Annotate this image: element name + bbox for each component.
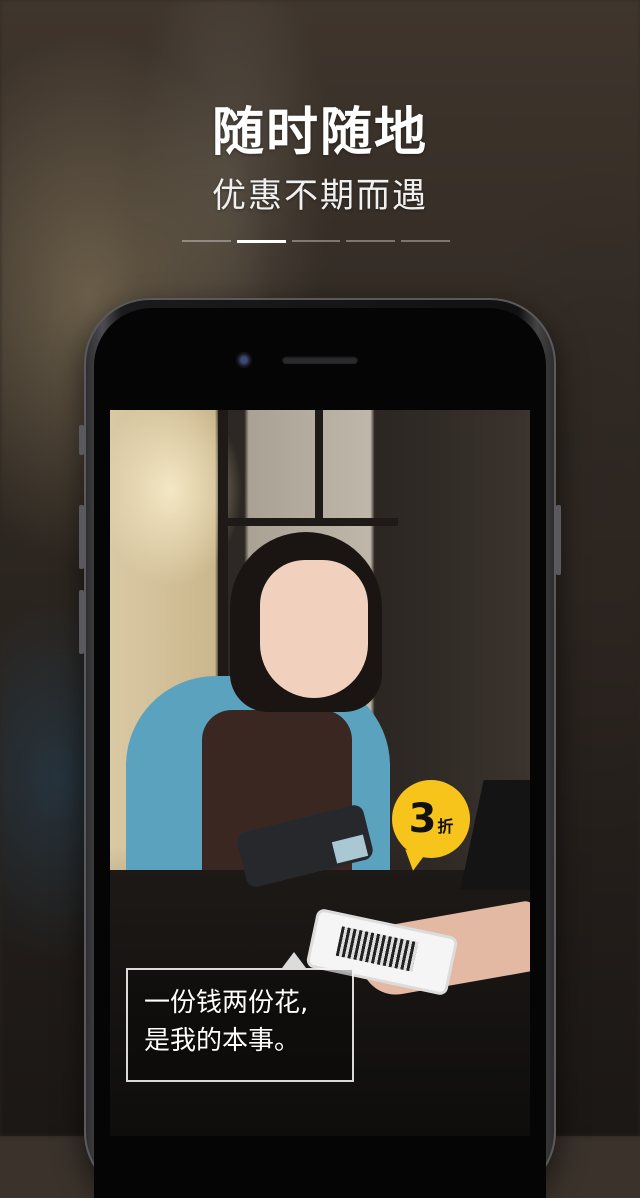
phone-volume-up [79, 505, 84, 569]
page-indicator [182, 240, 450, 244]
page-dot-2-active[interactable] [236, 240, 286, 243]
page-dot-3[interactable] [291, 240, 341, 242]
front-camera-icon [236, 352, 252, 368]
window-frame-left [218, 410, 228, 710]
earpiece-speaker [282, 356, 358, 364]
discount-badge-unit: 折 [437, 817, 454, 836]
page-dot-4[interactable] [346, 240, 396, 242]
page-dot-5[interactable] [401, 240, 450, 242]
caption-pointer [282, 952, 306, 968]
caption-line-2: 是我的本事。 [144, 1026, 301, 1056]
discount-badge-number: 3 [408, 796, 437, 842]
page-dot-1[interactable] [182, 240, 231, 242]
caption-box: 一份钱两份花, 是我的本事。 [126, 968, 354, 1082]
phone-mute-switch [79, 425, 84, 455]
cash-register [460, 780, 530, 890]
phone-volume-down [79, 590, 84, 654]
barista-face [260, 560, 368, 698]
window-frame-horizontal [228, 518, 398, 526]
page-subtitle: 优惠不期而遇 [212, 176, 428, 216]
window-frame-middle [315, 410, 323, 520]
page-title: 随时随地 [211, 103, 428, 163]
caption-line-1: 一份钱两份花, [144, 988, 309, 1018]
discount-badge: 3 折 [392, 780, 470, 858]
phone-power-button [556, 505, 561, 575]
